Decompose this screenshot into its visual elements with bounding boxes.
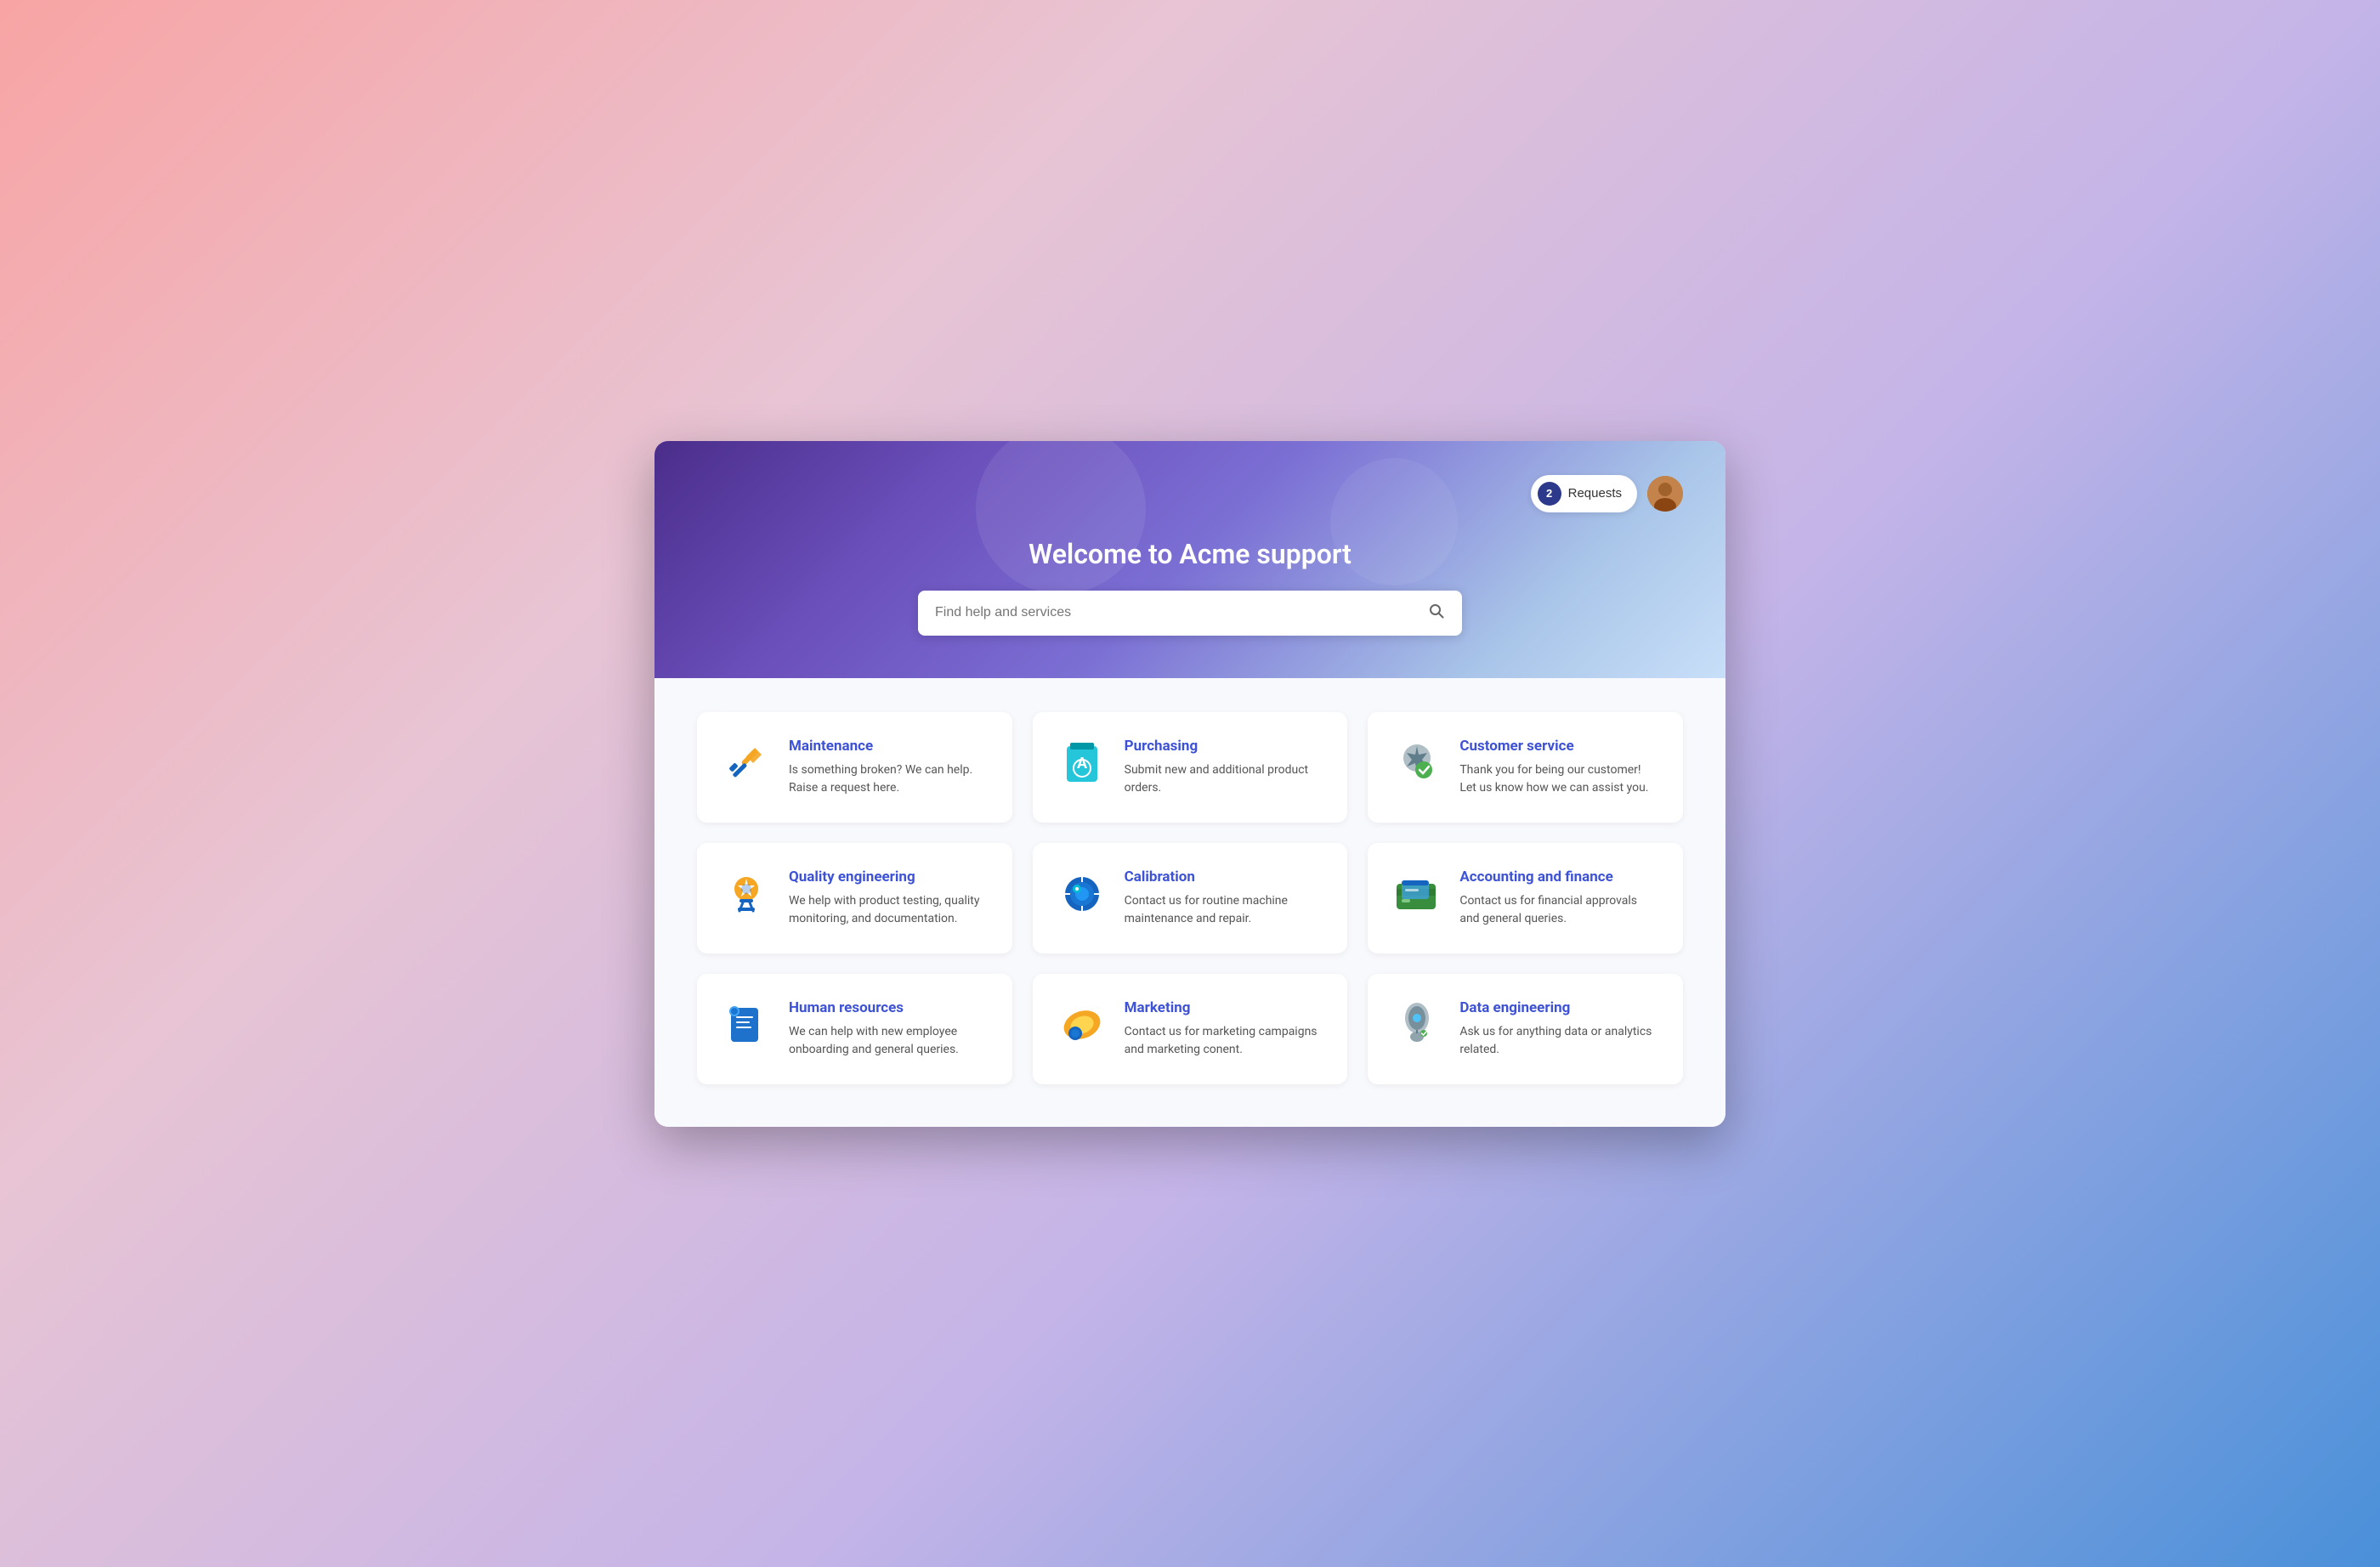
service-title: Marketing — [1125, 999, 1324, 1016]
service-info: Purchasing Submit new and additional pro… — [1125, 738, 1324, 797]
avatar[interactable] — [1647, 476, 1683, 512]
search-icon — [1428, 602, 1445, 624]
service-title: Purchasing — [1125, 738, 1324, 755]
service-description: Contact us for marketing campaigns and m… — [1125, 1023, 1324, 1059]
header-banner: 2 Requests Welcome to Acme support — [654, 441, 1726, 678]
quality-engineering-icon — [721, 868, 772, 919]
service-info: Quality engineering We help with product… — [789, 868, 989, 928]
service-card-calibration[interactable]: Calibration Contact us for routine machi… — [1033, 843, 1348, 953]
content-area: Maintenance Is something broken? We can … — [654, 678, 1726, 1127]
service-description: Contact us for financial approvals and g… — [1459, 892, 1659, 928]
service-card-accounting-finance[interactable]: Accounting and finance Contact us for fi… — [1368, 843, 1683, 953]
marketing-icon — [1057, 999, 1108, 1050]
search-box — [918, 591, 1462, 636]
avatar-image — [1647, 476, 1683, 512]
service-card-human-resources[interactable]: Human resources We can help with new emp… — [697, 974, 1012, 1084]
service-info: Customer service Thank you for being our… — [1459, 738, 1659, 797]
service-card-quality-engineering[interactable]: Quality engineering We help with product… — [697, 843, 1012, 953]
service-info: Accounting and finance Contact us for fi… — [1459, 868, 1659, 928]
human-resources-icon — [721, 999, 772, 1050]
service-info: Human resources We can help with new emp… — [789, 999, 989, 1059]
service-info: Data engineering Ask us for anything dat… — [1459, 999, 1659, 1059]
service-card-data-engineering[interactable]: Data engineering Ask us for anything dat… — [1368, 974, 1683, 1084]
service-title: Maintenance — [789, 738, 989, 755]
search-input[interactable] — [935, 605, 1428, 620]
service-description: Is something broken? We can help. Raise … — [789, 761, 989, 797]
customer-service-icon — [1391, 738, 1442, 789]
service-title: Data engineering — [1459, 999, 1659, 1016]
service-title: Human resources — [789, 999, 989, 1016]
service-info: Marketing Contact us for marketing campa… — [1125, 999, 1324, 1059]
service-card-purchasing[interactable]: A Purchasing Submit new and additional p… — [1033, 712, 1348, 823]
service-description: Submit new and additional product orders… — [1125, 761, 1324, 797]
svg-text:A: A — [1077, 755, 1088, 772]
requests-button[interactable]: 2 Requests — [1531, 475, 1637, 512]
service-title: Quality engineering — [789, 868, 989, 885]
app-window: 2 Requests Welcome to Acme support — [654, 441, 1726, 1127]
service-card-customer-service[interactable]: Customer service Thank you for being our… — [1368, 712, 1683, 823]
service-description: Contact us for routine machine maintenan… — [1125, 892, 1324, 928]
service-title: Accounting and finance — [1459, 868, 1659, 885]
calibration-icon — [1057, 868, 1108, 919]
service-description: We help with product testing, quality mo… — [789, 892, 989, 928]
service-description: Ask us for anything data or analytics re… — [1459, 1023, 1659, 1059]
header-top: 2 Requests — [697, 475, 1683, 512]
maintenance-icon — [721, 738, 772, 789]
purchasing-icon: A — [1057, 738, 1108, 789]
service-info: Calibration Contact us for routine machi… — [1125, 868, 1324, 928]
service-description: Thank you for being our customer! Let us… — [1459, 761, 1659, 797]
service-card-maintenance[interactable]: Maintenance Is something broken? We can … — [697, 712, 1012, 823]
search-container — [697, 591, 1683, 636]
service-title: Customer service — [1459, 738, 1659, 755]
service-description: We can help with new employee onboarding… — [789, 1023, 989, 1059]
services-grid: Maintenance Is something broken? We can … — [697, 712, 1683, 1084]
service-info: Maintenance Is something broken? We can … — [789, 738, 989, 797]
requests-label: Requests — [1568, 486, 1622, 501]
data-engineering-icon — [1391, 999, 1442, 1050]
service-card-marketing[interactable]: Marketing Contact us for marketing campa… — [1033, 974, 1348, 1084]
accounting-finance-icon — [1391, 868, 1442, 919]
service-title: Calibration — [1125, 868, 1324, 885]
requests-badge: 2 — [1538, 482, 1561, 506]
page-title: Welcome to Acme support — [697, 538, 1683, 570]
